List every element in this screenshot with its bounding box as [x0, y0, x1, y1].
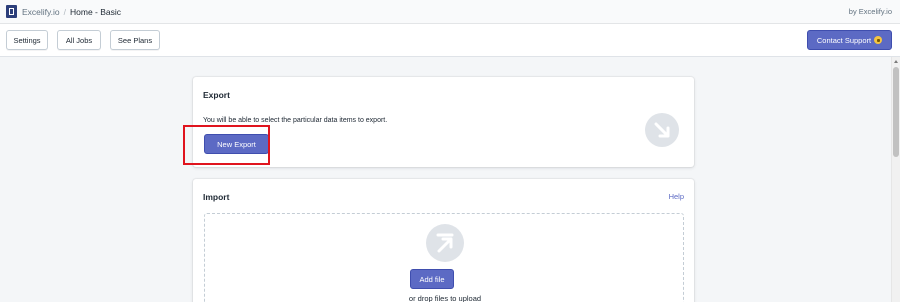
- contact-support-button[interactable]: Contact Support: [807, 30, 892, 50]
- see-plans-button[interactable]: See Plans: [110, 30, 160, 50]
- breadcrumb-app[interactable]: Excelify.io: [22, 7, 60, 17]
- drop-files-hint: or drop files to upload: [408, 294, 482, 302]
- file-dropzone[interactable]: Add file or drop files to upload: [204, 213, 684, 302]
- breadcrumb-separator: /: [63, 6, 67, 17]
- highlight-box: [183, 125, 270, 165]
- export-arrow-icon: [645, 113, 679, 147]
- by-label: by Excelify.io: [848, 7, 892, 16]
- help-link[interactable]: Help: [669, 192, 684, 201]
- app-header: Excelify.io / Home - Basic by Excelify.i…: [0, 0, 900, 24]
- settings-button[interactable]: Settings: [6, 30, 48, 50]
- excelify-logo-icon: [6, 5, 17, 18]
- contact-support-label: Contact Support: [816, 35, 872, 45]
- import-arrow-icon: [426, 224, 464, 262]
- scroll-thumb[interactable]: [893, 67, 899, 157]
- lock-icon: [874, 36, 883, 44]
- import-title: Import: [203, 192, 230, 202]
- add-file-button[interactable]: Add file: [410, 269, 454, 289]
- export-description: You will be able to select the particula…: [203, 117, 388, 124]
- scroll-up-arrow-icon[interactable]: [894, 60, 898, 63]
- import-card: Import Help Add file or drop files to up…: [193, 179, 694, 302]
- page-scrollbar[interactable]: [891, 57, 900, 302]
- export-title: Export: [203, 90, 230, 100]
- breadcrumb-page: Home - Basic: [70, 6, 122, 17]
- toolbar: Settings All Jobs See Plans Contact Supp…: [0, 24, 900, 57]
- all-jobs-button[interactable]: All Jobs: [57, 30, 101, 50]
